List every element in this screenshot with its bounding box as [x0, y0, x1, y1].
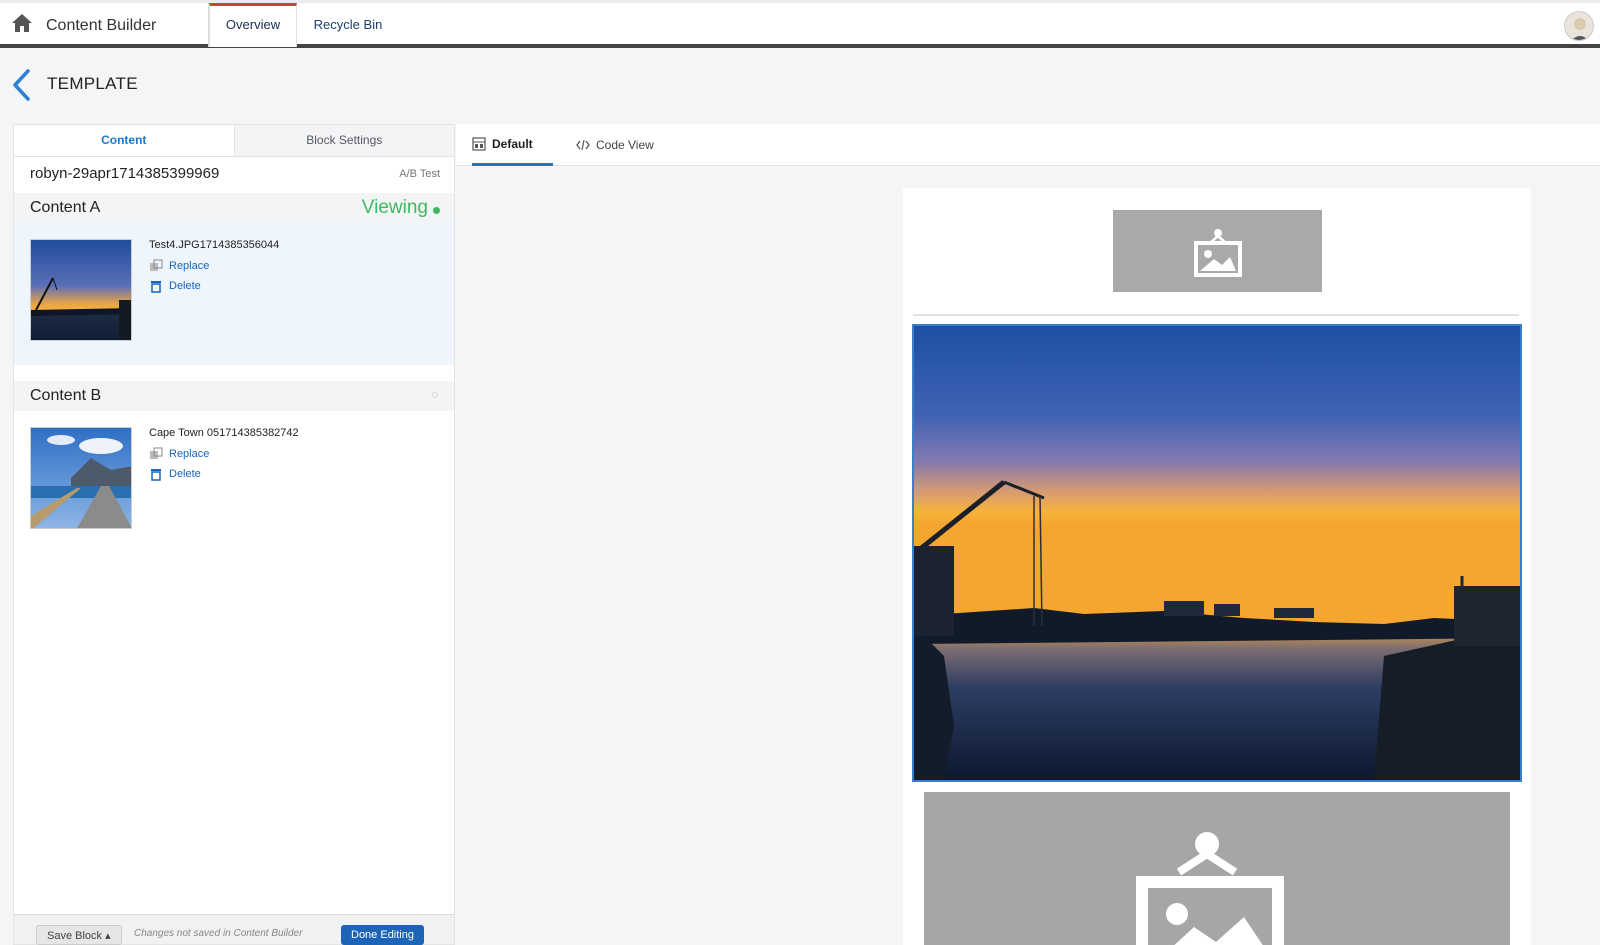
home-icon[interactable]	[10, 11, 34, 35]
content-b-thumbnail[interactable]	[30, 427, 132, 529]
image-placeholder-icon	[1136, 832, 1284, 945]
email-preview-canvas	[903, 188, 1531, 945]
panel-footer: Save Block ▴ Changes not saved in Conten…	[14, 914, 454, 945]
cape-town-road-image	[31, 428, 131, 528]
replace-label: Replace	[169, 260, 210, 272]
delete-button[interactable]: Delete	[149, 467, 201, 481]
tab-overview[interactable]: Overview	[209, 3, 297, 47]
panel-tabs: Content Block Settings	[14, 125, 454, 157]
block-name[interactable]: robyn-29apr1714385399969	[30, 165, 219, 182]
tab-content[interactable]: Content	[14, 125, 234, 156]
delete-button[interactable]: Delete	[149, 279, 201, 293]
content-b-header[interactable]: Content B ◌	[14, 381, 454, 411]
hero-image-block[interactable]	[912, 324, 1522, 782]
harbor-sunset-image	[31, 240, 131, 340]
content-b-label: Content B	[30, 387, 102, 404]
trash-icon	[151, 281, 161, 293]
tab-code-view[interactable]: Code View	[576, 124, 654, 166]
avatar[interactable]	[1564, 11, 1594, 41]
layout-icon	[472, 136, 486, 151]
replace-button[interactable]: Replace	[149, 447, 209, 461]
save-block-label: Save Block	[47, 930, 103, 942]
block-name-row: robyn-29apr1714385399969 A/B Test	[14, 157, 454, 193]
harbor-sunset-image	[914, 326, 1520, 780]
viewing-dot-icon	[433, 207, 440, 214]
replace-icon	[150, 447, 163, 459]
app-title[interactable]: Content Builder	[46, 17, 156, 35]
image-placeholder[interactable]	[924, 792, 1510, 945]
delete-label: Delete	[169, 280, 201, 292]
tab-recycle-bin[interactable]: Recycle Bin	[308, 3, 388, 47]
replace-label: Replace	[169, 448, 210, 460]
code-icon	[576, 139, 590, 151]
content-a-header[interactable]: Content A Viewing	[14, 193, 454, 223]
viewing-status: Viewing	[361, 197, 428, 218]
top-bar: Content Builder Overview Recycle Bin	[0, 0, 1600, 48]
content-b-item[interactable]: Cape Town 051714385382742 Replace Delete	[14, 411, 454, 551]
back-chevron-icon[interactable]	[10, 68, 32, 102]
tab-default[interactable]: Default	[472, 124, 553, 166]
delete-label: Delete	[169, 468, 201, 480]
content-a-filename: Test4.JPG1714385356044	[149, 239, 280, 251]
content-a-label: Content A	[30, 199, 101, 216]
replace-button[interactable]: Replace	[149, 259, 209, 273]
save-block-button[interactable]: Save Block ▴	[36, 925, 122, 945]
ab-test-label: A/B Test	[399, 168, 440, 180]
refresh-icon[interactable]: ◌	[431, 389, 438, 401]
tab-code-view-label: Code View	[596, 138, 654, 152]
content-divider	[913, 314, 1519, 316]
content-a-thumbnail[interactable]	[30, 239, 132, 341]
done-editing-button[interactable]: Done Editing	[341, 925, 424, 945]
user-avatar-icon	[1571, 18, 1589, 40]
content-b-filename: Cape Town 051714385382742	[149, 427, 299, 439]
replace-icon	[150, 259, 163, 271]
content-a-item[interactable]: Test4.JPG1714385356044 Replace Delete	[14, 223, 454, 365]
editor-tabs: Default Code View	[456, 124, 1600, 166]
trash-icon	[151, 469, 161, 481]
tab-default-label: Default	[492, 136, 533, 151]
content-panel: Content Block Settings robyn-29apr171438…	[13, 124, 455, 945]
page-title: TEMPLATE	[47, 74, 138, 93]
image-placeholder[interactable]	[1113, 210, 1322, 292]
image-placeholder-icon	[1193, 229, 1242, 277]
unsaved-note: Changes not saved in Content Builder	[134, 928, 303, 939]
tab-block-settings[interactable]: Block Settings	[233, 125, 454, 156]
